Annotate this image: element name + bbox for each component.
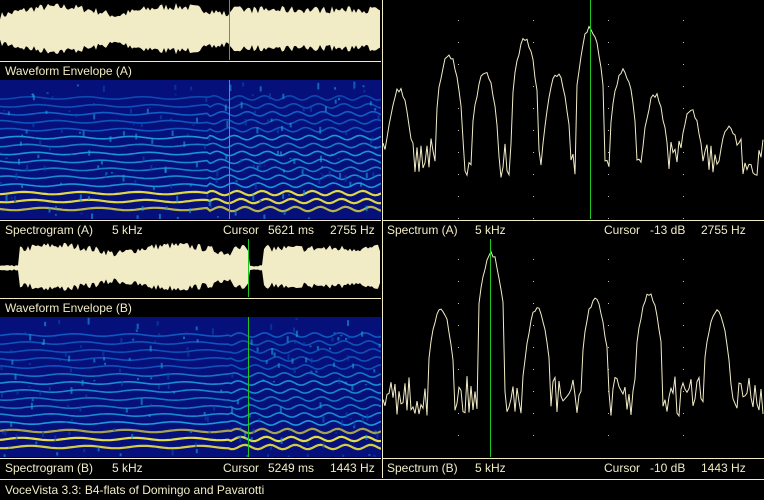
spectrogram-a-cursor-freq: 2755 Hz xyxy=(330,223,375,237)
spectrum-b-cursor-db: -10 dB xyxy=(650,461,686,475)
spectrum-a-cursor[interactable] xyxy=(590,0,591,219)
waveform-b-label: Waveform Envelope (B) xyxy=(5,301,132,315)
spectrogram-a-cursor-label: Cursor xyxy=(223,223,260,237)
spectrum-b[interactable] xyxy=(383,239,764,457)
spectrum-grid xyxy=(458,20,684,219)
spectrogram-a-range: 5 kHz xyxy=(112,223,143,237)
spectrum-b-name: Spectrum (B) xyxy=(387,461,458,475)
time-cursor-b[interactable] xyxy=(248,239,249,297)
spectrum-a-range: 5 kHz xyxy=(475,223,506,237)
spectrogram-a-cursor[interactable] xyxy=(229,80,230,219)
waveform-fill xyxy=(0,3,380,55)
waveform-b-label-bar: Waveform Envelope (B) xyxy=(0,298,381,316)
spectrogram-a-status-bar: Spectrogram (A) 5 kHz Cursor 5621 ms 275… xyxy=(0,220,381,238)
spectrogram-background xyxy=(0,317,381,457)
spectrum-trace xyxy=(383,250,764,418)
spectrum-grid xyxy=(458,259,684,436)
time-cursor-a[interactable] xyxy=(229,0,230,60)
spectrogram-a-cursor-time: 5621 ms xyxy=(268,223,315,237)
spectrogram-b-cursor-time: 5249 ms xyxy=(268,461,315,475)
spectrum-b-status-bar: Spectrum (B) 5 kHz Cursor -10 dB 1443 Hz xyxy=(383,458,764,476)
spectrum-a-name: Spectrum (A) xyxy=(387,223,458,237)
spectrum-b-cursor[interactable] xyxy=(490,239,491,457)
spectrum-a-cursor-db: -13 dB xyxy=(650,223,686,237)
spectrogram-b-range: 5 kHz xyxy=(112,461,143,475)
window-status-bar: VoceVista 3.3: B4-flats of Domingo and P… xyxy=(0,479,764,499)
spectrum-b-cursor-freq: 1443 Hz xyxy=(701,461,746,475)
waveform-envelope-a[interactable] xyxy=(0,0,381,60)
spectrogram-b[interactable] xyxy=(0,317,381,457)
spectrogram-b-cursor-label: Cursor xyxy=(223,461,260,475)
spectrum-b-cursor-label: Cursor xyxy=(604,461,641,475)
spectrum-a[interactable] xyxy=(383,0,764,219)
spectrum-trace xyxy=(383,25,764,178)
spectrogram-b-cursor-freq: 1443 Hz xyxy=(330,461,375,475)
spectrogram-b-status-bar: Spectrogram (B) 5 kHz Cursor 5249 ms 144… xyxy=(0,458,381,476)
spectrogram-a[interactable] xyxy=(0,80,381,219)
waveform-a-label: Waveform Envelope (A) xyxy=(5,64,132,78)
spectrum-a-cursor-label: Cursor xyxy=(604,223,641,237)
spectrum-a-status-bar: Spectrum (A) 5 kHz Cursor -13 dB 2755 Hz xyxy=(383,220,764,238)
spectrum-b-range: 5 kHz xyxy=(475,461,506,475)
waveform-fill xyxy=(0,242,380,291)
spectrogram-b-name: Spectrogram (B) xyxy=(5,461,94,475)
status-text: VoceVista 3.3: B4-flats of Domingo and P… xyxy=(5,483,265,497)
waveform-a-label-bar: Waveform Envelope (A) xyxy=(0,61,381,79)
spectrum-a-cursor-freq: 2755 Hz xyxy=(701,223,746,237)
waveform-envelope-b[interactable] xyxy=(0,239,381,297)
spectrogram-b-cursor[interactable] xyxy=(248,317,249,457)
spectrogram-a-name: Spectrogram (A) xyxy=(5,223,94,237)
spectrogram-background xyxy=(0,80,381,219)
